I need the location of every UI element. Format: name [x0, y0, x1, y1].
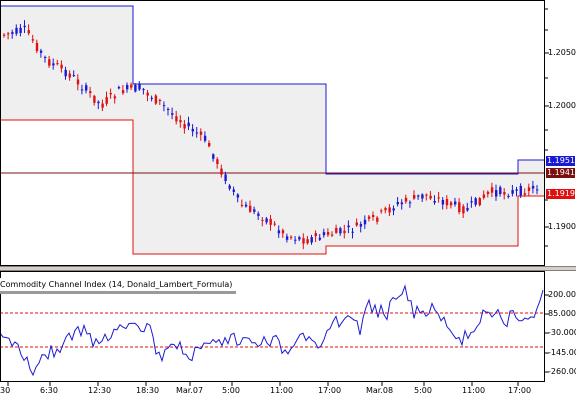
- price-axis-label: 1.2050: [548, 48, 576, 57]
- price-tag-current: 1.1941: [546, 168, 575, 178]
- price-axis-label: 1.1900: [548, 222, 576, 231]
- price-tag-lower: 1.1919: [546, 189, 575, 199]
- chart-window: Commodity Channel Index (14, Donald_Lamb…: [0, 0, 576, 400]
- indicator-level-label: -145.00: [548, 348, 576, 357]
- time-axis-label: 17:00: [508, 386, 532, 395]
- time-axis-label: 30: [0, 386, 11, 395]
- indicator-level-label: -260.00: [548, 367, 576, 376]
- price-tag-upper: 1.1951: [546, 156, 575, 166]
- time-axis-label: 6:30: [40, 386, 58, 395]
- time-axis-label: 11:00: [462, 386, 486, 395]
- price-axis-label: 1.2000: [548, 101, 576, 110]
- time-axis-label: 18:30: [136, 386, 160, 395]
- indicator-level-label: 85.000: [548, 309, 576, 318]
- time-axis-label: 12:30: [88, 386, 112, 395]
- price-pane[interactable]: [0, 0, 545, 266]
- time-axis-label: 5:00: [222, 386, 240, 395]
- time-axis-label: 5:00: [414, 386, 432, 395]
- indicator-title: Commodity Channel Index (14, Donald_Lamb…: [0, 278, 237, 294]
- time-axis-label: 11:00: [270, 386, 294, 395]
- time-axis-label: 17:00: [318, 386, 342, 395]
- indicator-level-label: 200.00: [548, 290, 576, 299]
- time-axis-label: Mar.08: [366, 386, 394, 395]
- time-axis-label: Mar.07: [176, 386, 204, 395]
- indicator-level-label: -30.000: [548, 328, 576, 337]
